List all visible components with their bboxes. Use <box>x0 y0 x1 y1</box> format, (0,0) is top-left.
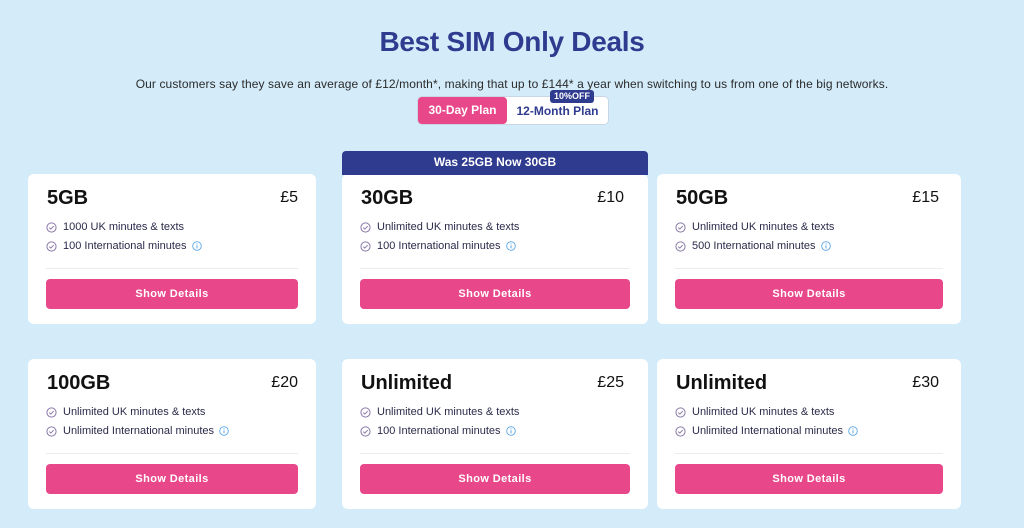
info-icon[interactable] <box>505 241 516 251</box>
plan-price: £10 <box>597 189 624 206</box>
check-circle-icon <box>675 425 686 437</box>
feature-label: Unlimited UK minutes & texts <box>692 406 835 418</box>
show-details-button[interactable]: Show Details <box>46 464 298 494</box>
plan-card-5gb: 5GB £5 1000 UK minutes & texts 100 Inter… <box>28 174 316 324</box>
plan-price: £30 <box>912 374 939 391</box>
plan-price: £25 <box>597 374 624 391</box>
divider <box>675 453 943 454</box>
plan-data-allowance: 100GB <box>47 372 111 394</box>
check-circle-icon <box>46 221 57 233</box>
check-circle-icon <box>360 221 371 233</box>
feature-label: Unlimited UK minutes & texts <box>377 406 520 418</box>
plan-price: £5 <box>280 189 298 206</box>
check-circle-icon <box>360 406 371 418</box>
plan-length-toggle: 30-Day Plan 12-Month Plan 10%OFF <box>418 90 608 124</box>
info-icon[interactable] <box>191 241 202 251</box>
divider <box>675 268 943 269</box>
feature-international: Unlimited International minutes <box>675 425 864 437</box>
feature-international: 100 International minutes <box>360 425 522 437</box>
plan-card-100gb: 100GB £20 Unlimited UK minutes & texts U… <box>28 359 316 509</box>
plan-data-allowance: 30GB <box>361 187 414 209</box>
feature-international: 500 International minutes <box>675 240 837 252</box>
plan-data-allowance: Unlimited <box>361 372 453 394</box>
feature-minutes: Unlimited UK minutes & texts <box>675 221 834 233</box>
feature-international: Unlimited International minutes <box>46 425 235 437</box>
plan-card-unlimited-30: Unlimited £30 Unlimited UK minutes & tex… <box>657 359 961 509</box>
check-circle-icon <box>360 425 371 437</box>
check-circle-icon <box>360 240 371 252</box>
feature-international: 100 International minutes <box>46 240 208 252</box>
feature-label: Unlimited International minutes <box>692 425 844 437</box>
divider <box>360 268 630 269</box>
feature-minutes: Unlimited UK minutes & texts <box>360 221 519 233</box>
feature-minutes: 1000 UK minutes & texts <box>46 221 184 233</box>
plan-data-allowance: 5GB <box>47 187 89 209</box>
info-icon[interactable] <box>820 241 831 251</box>
tab-30-day-plan[interactable]: 30-Day Plan <box>418 97 507 124</box>
feature-label: 100 International minutes <box>377 425 501 437</box>
plan-card-50gb: 50GB £15 Unlimited UK minutes & texts 50… <box>657 174 961 324</box>
divider <box>46 268 298 269</box>
info-icon[interactable] <box>848 426 858 436</box>
feature-label: 500 International minutes <box>692 240 816 252</box>
show-details-button[interactable]: Show Details <box>360 464 630 494</box>
plan-card-unlimited-25: Unlimited £25 Unlimited UK minutes & tex… <box>342 359 648 509</box>
feature-label: Unlimited UK minutes & texts <box>377 221 520 233</box>
check-circle-icon <box>46 240 57 252</box>
feature-label: 100 International minutes <box>63 240 187 252</box>
divider <box>360 453 630 454</box>
show-details-button[interactable]: Show Details <box>675 279 943 309</box>
check-circle-icon <box>46 425 57 437</box>
feature-label: 1000 UK minutes & texts <box>63 221 185 233</box>
check-circle-icon <box>675 406 686 418</box>
info-icon[interactable] <box>219 426 229 436</box>
feature-minutes: Unlimited UK minutes & texts <box>360 406 519 418</box>
feature-minutes: Unlimited UK minutes & texts <box>675 406 834 418</box>
info-icon[interactable] <box>505 426 516 436</box>
feature-label: Unlimited International minutes <box>63 425 215 437</box>
check-circle-icon <box>46 406 57 418</box>
feature-label: Unlimited UK minutes & texts <box>63 406 206 418</box>
check-circle-icon <box>675 221 686 233</box>
plan-data-allowance: Unlimited <box>676 372 768 394</box>
feature-label: Unlimited UK minutes & texts <box>692 221 835 233</box>
discount-badge: 10%OFF <box>550 90 595 103</box>
check-circle-icon <box>675 240 686 252</box>
feature-international: 100 International minutes <box>360 240 522 252</box>
show-details-button[interactable]: Show Details <box>675 464 943 494</box>
show-details-button[interactable]: Show Details <box>46 279 298 309</box>
feature-minutes: Unlimited UK minutes & texts <box>46 406 205 418</box>
page-title: Best SIM Only Deals <box>379 26 645 57</box>
promo-banner: Was 25GB Now 30GB <box>342 151 648 175</box>
plan-data-allowance: 50GB <box>676 187 729 209</box>
show-details-button[interactable]: Show Details <box>360 279 630 309</box>
plan-price: £20 <box>271 374 298 391</box>
feature-label: 100 International minutes <box>377 240 501 252</box>
plan-card-30gb: Was 25GB Now 30GB 30GB £10 Unlimited UK … <box>342 151 648 324</box>
plan-price: £15 <box>912 189 939 206</box>
page-subtitle: Our customers say they save an average o… <box>135 77 889 91</box>
divider <box>46 453 298 454</box>
